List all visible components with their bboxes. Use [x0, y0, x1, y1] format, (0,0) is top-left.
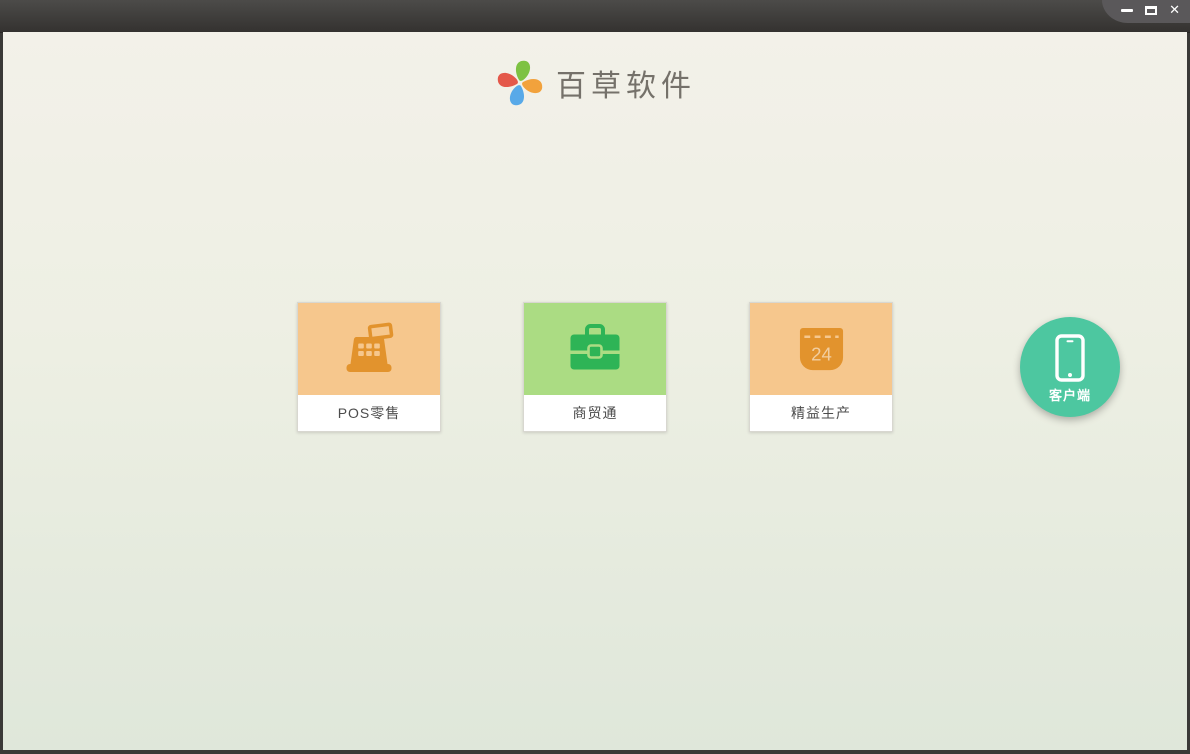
product-tile	[298, 303, 440, 395]
main-content: 百草软件 POS零售 商贸通 24 精益生产 客户端	[3, 32, 1187, 750]
client-app-button[interactable]: 客户端	[1020, 317, 1120, 417]
product-tile	[524, 303, 666, 395]
product-label: 精益生产	[791, 405, 851, 421]
briefcase-icon	[570, 324, 620, 370]
minimize-button[interactable]	[1121, 9, 1134, 12]
maximize-icon	[1145, 6, 1158, 15]
logo-petal-bottom	[509, 85, 525, 106]
product-label: POS零售	[337, 405, 401, 421]
close-button[interactable]: ✕	[1169, 4, 1180, 17]
logo-petal-left	[497, 72, 518, 88]
smartphone-icon	[1055, 334, 1085, 382]
title-bar: ✕	[0, 0, 1190, 33]
product-card-trade[interactable]: 商贸通	[523, 302, 667, 432]
product-label: 商贸通	[572, 405, 618, 421]
brand-header: 百草软件	[3, 54, 1187, 112]
cash-register-icon	[346, 322, 394, 372]
window-controls: ✕	[1102, 0, 1190, 23]
product-card-lean[interactable]: 24 精益生产	[749, 302, 893, 432]
brand-title: 百草软件	[556, 69, 696, 104]
product-tile: 24	[750, 303, 892, 395]
calendar-day-number: 24	[811, 343, 832, 364]
minimize-icon	[1121, 9, 1134, 12]
calendar-icon: 24	[799, 327, 843, 370]
maximize-button[interactable]	[1145, 6, 1158, 15]
app-window: { "window": { "title_bar_controls": [ { …	[0, 0, 1190, 754]
logo-petal-right	[522, 78, 543, 94]
product-card-pos[interactable]: POS零售	[297, 302, 441, 432]
close-icon: ✕	[1169, 3, 1180, 18]
logo-petal-top	[515, 60, 531, 81]
client-button-label: 客户端	[1048, 388, 1091, 403]
pinwheel-logo-icon	[497, 60, 543, 106]
